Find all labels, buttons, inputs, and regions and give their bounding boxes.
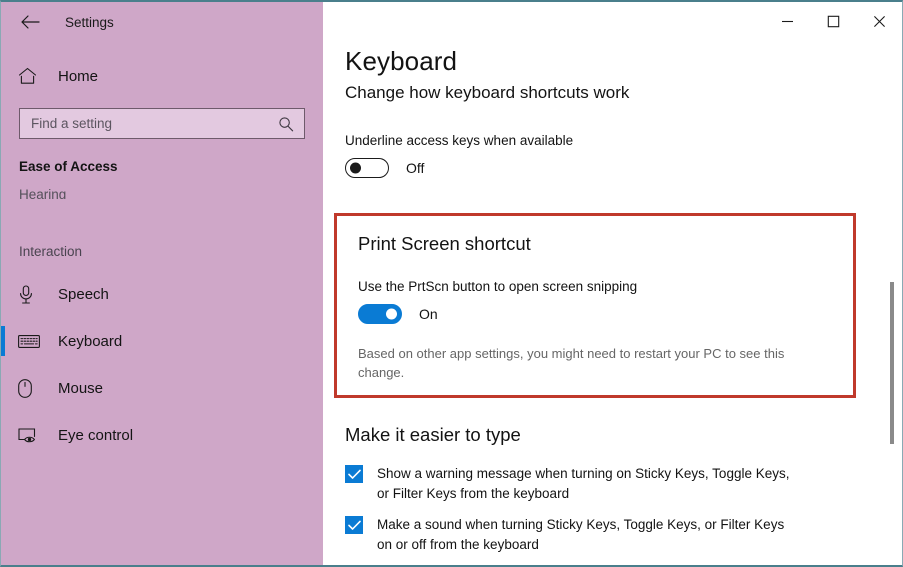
checkbox-row-make-sound[interactable]: Make a sound when turning Sticky Keys, T…	[345, 515, 885, 554]
sidebar-titlebar: Settings	[1, 2, 323, 42]
print-screen-highlight-box: Print Screen shortcut Use the PrtScn but…	[334, 213, 856, 398]
sidebar-item-speech[interactable]: Speech	[1, 271, 323, 318]
print-screen-heading: Print Screen shortcut	[358, 233, 833, 255]
sidebar-nav-list: Speech Keyboard	[1, 271, 323, 459]
sidebar-item-eye-control-label: Eye control	[58, 427, 133, 444]
checkbox-label: Make a sound when turning Sticky Keys, T…	[377, 515, 797, 554]
page-subtitle: Change how keyboard shortcuts work	[345, 83, 902, 103]
window-controls	[764, 2, 902, 40]
print-screen-state: On	[419, 306, 438, 322]
underline-access-state: Off	[406, 160, 424, 176]
sidebar-group-hearing: Hearing	[1, 187, 323, 199]
sidebar-item-mouse[interactable]: Mouse	[1, 365, 323, 412]
sidebar-item-keyboard[interactable]: Keyboard	[1, 318, 323, 365]
checkbox-checked-icon[interactable]	[345, 465, 363, 483]
print-screen-toggle[interactable]	[358, 304, 402, 324]
checkbox-row-warning-message[interactable]: Show a warning message when turning on S…	[345, 464, 885, 503]
selection-indicator	[1, 326, 5, 356]
toggle-knob	[350, 163, 361, 174]
maximize-button[interactable]	[810, 2, 856, 40]
sidebar-item-home-label: Home	[58, 68, 98, 85]
checkbox-checked-icon[interactable]	[345, 516, 363, 534]
sidebar-item-mouse-label: Mouse	[58, 380, 103, 397]
sidebar: Settings Home Ease of Access Hearing	[1, 2, 323, 565]
close-button[interactable]	[856, 2, 902, 40]
sidebar-item-speech-label: Speech	[58, 286, 109, 303]
search-input[interactable]	[20, 109, 278, 138]
sidebar-item-keyboard-label: Keyboard	[58, 333, 122, 350]
sidebar-item-home[interactable]: Home	[1, 58, 323, 94]
easier-to-type-section: Make it easier to type Show a warning me…	[345, 424, 885, 554]
search-icon[interactable]	[278, 116, 304, 132]
scrollbar-thumb[interactable]	[890, 282, 894, 444]
settings-window: Settings Home Ease of Access Hearing	[0, 0, 903, 567]
easier-to-type-heading: Make it easier to type	[345, 424, 885, 446]
underline-access-toggle[interactable]	[345, 158, 389, 178]
print-screen-note: Based on other app settings, you might n…	[358, 345, 818, 383]
underline-access-toggle-row: Off	[345, 158, 902, 178]
mouse-icon	[18, 379, 44, 398]
print-screen-label: Use the PrtScn button to open screen sni…	[358, 279, 833, 294]
microphone-icon	[18, 285, 44, 304]
app-title: Settings	[65, 15, 114, 30]
back-arrow-icon[interactable]	[15, 7, 45, 37]
print-screen-toggle-row: On	[358, 304, 833, 324]
sidebar-group-interaction: Interaction	[1, 244, 323, 260]
eye-control-icon	[18, 428, 44, 444]
page-title: Keyboard	[345, 46, 902, 77]
sidebar-item-eye-control[interactable]: Eye control	[1, 412, 323, 459]
home-icon	[18, 67, 44, 85]
keyboard-icon	[18, 334, 44, 349]
minimize-button[interactable]	[764, 2, 810, 40]
search-box[interactable]	[19, 108, 305, 139]
main-content: Keyboard Change how keyboard shortcuts w…	[323, 2, 902, 565]
underline-access-label: Underline access keys when available	[345, 133, 902, 148]
sidebar-section-title: Ease of Access	[1, 159, 323, 174]
scrollbar-track[interactable]	[886, 42, 898, 559]
checkbox-label: Show a warning message when turning on S…	[377, 464, 797, 503]
toggle-knob	[386, 309, 397, 320]
